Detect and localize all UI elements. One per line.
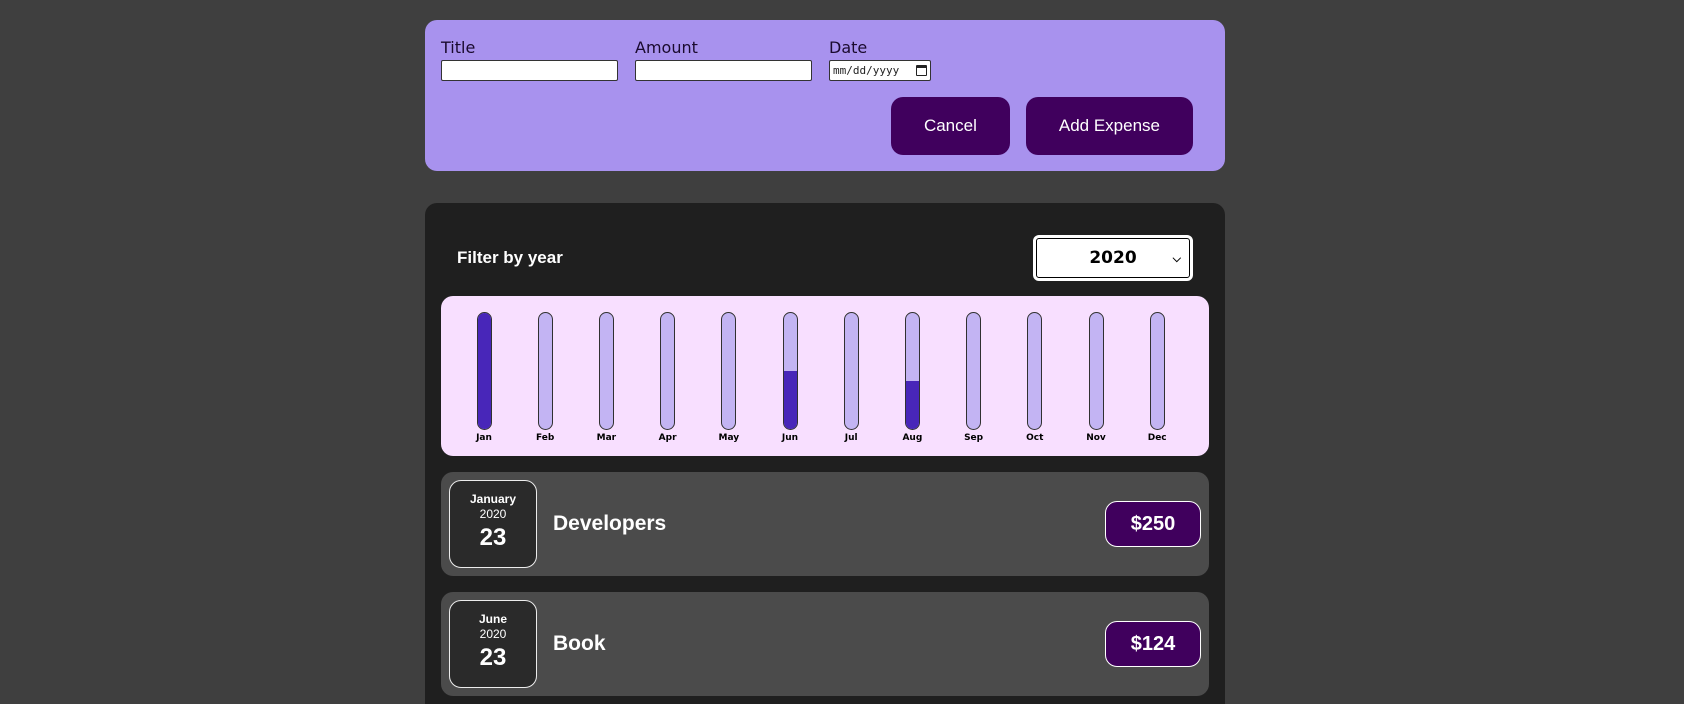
year-select[interactable]: 2020 ⌵ [1033, 235, 1193, 281]
page: Title Amount Date mm/dd/yyyy Cancel Add … [0, 0, 1684, 704]
expenses-filter: Filter by year 2020 ⌵ [457, 235, 1193, 281]
date-placeholder: mm/dd/yyyy [833, 64, 900, 77]
chart-bar-label: Sep [964, 433, 984, 443]
chart-bar-fill [477, 313, 491, 429]
title-control: Title [441, 38, 618, 81]
chart-bar-label: Oct [1026, 433, 1044, 443]
date-label: Date [829, 38, 868, 57]
expense-date-month: January [469, 492, 517, 506]
chart-bar-label: Aug [902, 433, 923, 443]
chart-bar-label: Feb [536, 433, 555, 443]
title-input[interactable] [441, 60, 618, 81]
chart-bar-fill [783, 371, 797, 429]
add-expense-button[interactable]: Add Expense [1025, 97, 1193, 155]
expense-date-year: 2020 [479, 507, 507, 521]
chart-bar-track [476, 312, 492, 430]
cancel-button[interactable]: Cancel [890, 97, 1010, 155]
filter-label: Filter by year [457, 248, 563, 267]
calendar-icon[interactable] [916, 65, 927, 76]
chevron-down-icon: ⌵ [1172, 252, 1181, 265]
chart-bar-jul: Jul [829, 312, 873, 450]
date-input[interactable]: mm/dd/yyyy [829, 60, 931, 81]
chart-bar-feb: Feb [523, 312, 567, 450]
chart-bar-label: Apr [658, 433, 677, 443]
expense-item: January 2020 23 Developers $250 [441, 472, 1209, 576]
new-expense-form: Title Amount Date mm/dd/yyyy Cancel Add … [425, 20, 1225, 171]
amount-input[interactable] [635, 60, 812, 81]
expense-date: June 2020 23 [449, 600, 537, 688]
chart-bar-jan: Jan [462, 312, 506, 450]
chart-bar-track [1088, 312, 1104, 430]
amount-control: Amount [635, 38, 812, 81]
chart-bar-track [843, 312, 859, 430]
amount-label: Amount [635, 38, 698, 57]
chart-bar-nov: Nov [1074, 312, 1118, 450]
expense-price: $250 [1105, 501, 1201, 547]
chart-bar-aug: Aug [890, 312, 934, 450]
expense-title: Developers [553, 512, 667, 535]
chart-bar-track [782, 312, 798, 430]
chart-bar-may: May [707, 312, 751, 450]
chart-bar-track [1149, 312, 1165, 430]
expenses-chart: Jan Feb Mar Apr May Jun Jul Aug Sep Oct Nov Dec [441, 296, 1209, 456]
year-select-value: 2020 [1089, 248, 1137, 268]
chart-bar-track [660, 312, 676, 430]
expense-title: Book [553, 632, 606, 655]
expense-date-month: June [478, 612, 507, 626]
expense-date-year: 2020 [479, 627, 507, 641]
chart-bar-label: Jun [781, 433, 799, 443]
chart-bar-label: Nov [1086, 433, 1106, 443]
chart-bar-label: Dec [1147, 433, 1167, 443]
chart-bar-track [598, 312, 614, 430]
chart-bar-label: Mar [596, 433, 617, 443]
chart-bar-track [904, 312, 920, 430]
chart-bar-track [537, 312, 553, 430]
chart-bar-fill [905, 381, 919, 429]
date-control: Date mm/dd/yyyy [829, 38, 931, 81]
expense-item: June 2020 23 Book $124 [441, 592, 1209, 696]
chart-bar-sep: Sep [952, 312, 996, 450]
chart-bar-oct: Oct [1013, 312, 1057, 450]
chart-bar-label: May [718, 433, 740, 443]
chart-bar-track [1027, 312, 1043, 430]
chart-bar-dec: Dec [1135, 312, 1179, 450]
chart-bar-mar: Mar [584, 312, 628, 450]
title-label: Title [441, 38, 476, 57]
expense-date: January 2020 23 [449, 480, 537, 568]
chart-bar-apr: Apr [646, 312, 690, 450]
chart-bar-track [966, 312, 982, 430]
expense-price: $124 [1105, 621, 1201, 667]
chart-bar-label: Jan [476, 433, 492, 443]
chart-bar-jun: Jun [768, 312, 812, 450]
expenses-panel: Filter by year 2020 ⌵ Jan Feb Mar Apr May Jun… [425, 203, 1225, 704]
form-actions: Cancel Add Expense [875, 97, 1193, 155]
form-controls: Title Amount Date mm/dd/yyyy [441, 38, 948, 81]
chart-bar-label: Jul [844, 433, 858, 443]
chart-bar-track [721, 312, 737, 430]
expense-date-day: 23 [479, 644, 507, 671]
expense-date-day: 23 [479, 524, 507, 551]
